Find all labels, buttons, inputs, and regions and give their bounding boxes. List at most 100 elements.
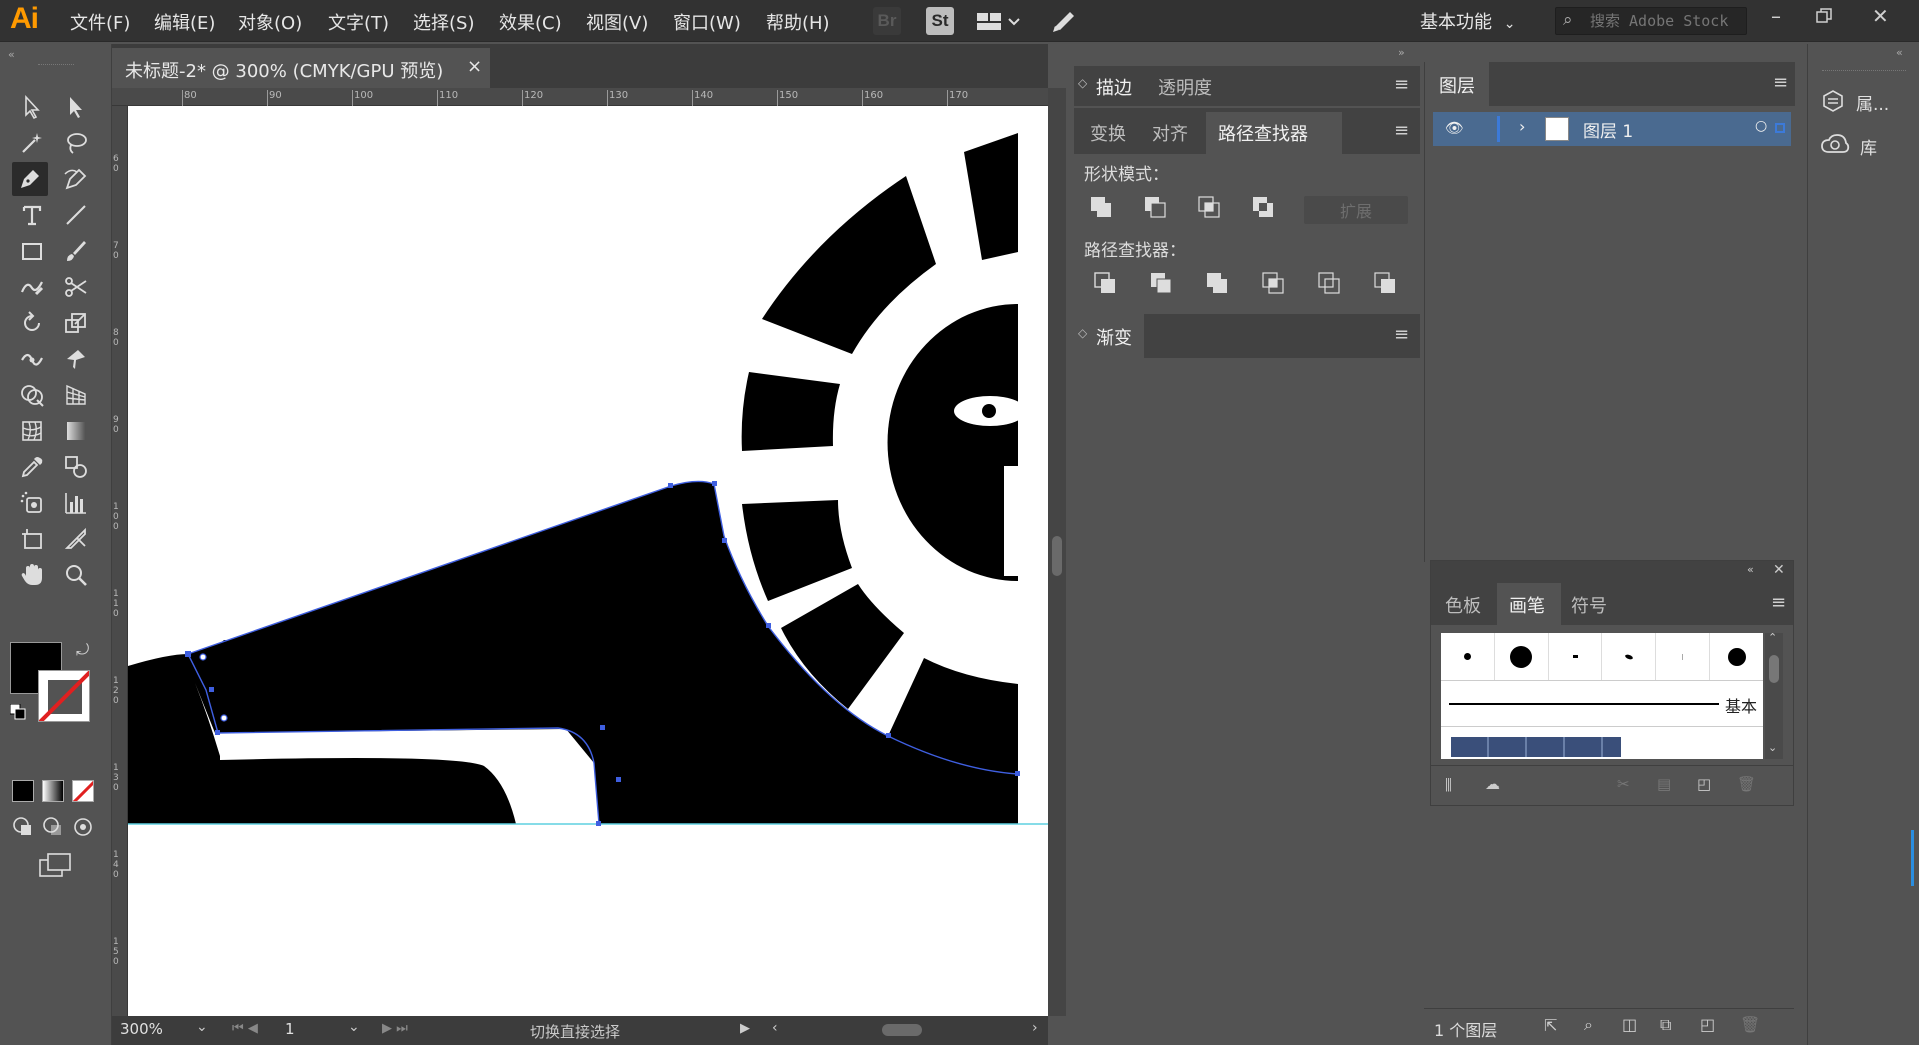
draw-inside-icon[interactable] bbox=[72, 816, 94, 838]
first-artboard-icon[interactable]: ⏮ ◀ bbox=[232, 1021, 258, 1036]
bridge-button[interactable]: Br bbox=[873, 7, 901, 35]
menu-select[interactable]: 选择(S) bbox=[413, 9, 474, 35]
expand-layer-chevron-icon[interactable]: › bbox=[1519, 117, 1525, 136]
last-artboard-icon[interactable]: ▶ ⏭ bbox=[382, 1021, 408, 1036]
document-tab[interactable]: 未标题-2* @ 300% (CMYK/GPU 预览) × bbox=[112, 48, 490, 88]
sun-face[interactable] bbox=[887, 304, 1026, 581]
artboard-number[interactable]: 1 bbox=[285, 1020, 295, 1038]
blend-tool-icon[interactable] bbox=[58, 450, 94, 484]
panel-toggle-icon[interactable]: ◇ bbox=[1078, 326, 1087, 340]
panel-menu-icon[interactable]: ≡ bbox=[1394, 74, 1409, 95]
clipping-mask-icon[interactable]: ◫ bbox=[1622, 1015, 1637, 1034]
panel-menu-icon[interactable]: ≡ bbox=[1771, 592, 1786, 613]
new-brush-icon[interactable]: ◰ bbox=[1697, 775, 1711, 793]
panel-menu-icon[interactable]: ≡ bbox=[1394, 120, 1409, 141]
screen-mode-icon[interactable] bbox=[38, 852, 72, 878]
dock-grip[interactable] bbox=[1822, 70, 1906, 71]
dock-resize-indicator[interactable] bbox=[1911, 830, 1914, 886]
brush-libraries-icon[interactable]: ⫼ bbox=[1445, 776, 1452, 794]
direct-selection-tool-icon[interactable] bbox=[58, 90, 94, 124]
tab-brushes[interactable]: 画笔 bbox=[1509, 592, 1545, 618]
unite-icon[interactable] bbox=[1086, 192, 1116, 222]
toolbox-grip[interactable] bbox=[38, 64, 74, 67]
paintbrush-tool-icon[interactable] bbox=[58, 234, 94, 268]
symbol-sprayer-tool-icon[interactable] bbox=[14, 486, 50, 520]
tab-transform[interactable]: 变换 bbox=[1090, 120, 1126, 146]
brush-list-scrollbar[interactable]: ⌃ ⌄ bbox=[1765, 631, 1783, 759]
tab-symbols[interactable]: 符号 bbox=[1571, 592, 1607, 618]
target-circle-icon[interactable]: ○ bbox=[1755, 118, 1767, 134]
tab-transparency[interactable]: 透明度 bbox=[1158, 74, 1212, 100]
status-menu-icon[interactable]: ▶ bbox=[740, 1021, 750, 1036]
brush-hairline[interactable] bbox=[1656, 633, 1711, 680]
close-document-icon[interactable]: × bbox=[467, 56, 482, 77]
arrange-documents-icon[interactable] bbox=[976, 12, 1020, 37]
restore-icon[interactable] bbox=[1815, 6, 1833, 30]
menu-help[interactable]: 帮助(H) bbox=[766, 9, 830, 35]
menu-view[interactable]: 视图(V) bbox=[586, 9, 648, 35]
eyedropper-tool-icon[interactable] bbox=[14, 450, 50, 484]
layer-row[interactable]: 👁 › 图层 1 ○ bbox=[1433, 112, 1791, 146]
width-tool-icon[interactable] bbox=[14, 342, 50, 376]
swap-fill-stroke-icon[interactable]: ⤾ bbox=[76, 640, 89, 660]
lasso-tool-icon[interactable] bbox=[58, 126, 94, 160]
canvas[interactable] bbox=[128, 106, 1048, 1016]
menu-edit[interactable]: 编辑(E) bbox=[154, 9, 215, 35]
artboard-tool-icon[interactable] bbox=[14, 522, 50, 556]
minus-back-icon[interactable] bbox=[1370, 268, 1400, 298]
vertical-scroll-thumb[interactable] bbox=[1052, 536, 1062, 576]
new-sublayer-icon[interactable]: ⧉ bbox=[1660, 1015, 1671, 1035]
merge-icon[interactable] bbox=[1202, 268, 1232, 298]
stroke-swatch[interactable] bbox=[38, 670, 90, 722]
minimize-icon[interactable]: – bbox=[1771, 4, 1781, 28]
tab-pathfinder[interactable]: 路径查找器 bbox=[1218, 120, 1308, 146]
canvas-vertical-scrollbar[interactable] bbox=[1048, 88, 1066, 1016]
artboard[interactable] bbox=[128, 106, 1048, 1016]
visibility-eye-icon[interactable]: 👁 bbox=[1445, 119, 1464, 137]
new-layer-icon[interactable]: ◰ bbox=[1700, 1015, 1715, 1034]
rectangle-tool-icon[interactable] bbox=[14, 234, 50, 268]
zoom-tool-icon[interactable] bbox=[58, 558, 94, 592]
libraries-panel-icon[interactable]: ☁ bbox=[1485, 775, 1500, 793]
slice-tool-icon[interactable] bbox=[58, 522, 94, 556]
locate-object-icon[interactable]: ⌕ bbox=[1584, 1015, 1593, 1035]
brush-angled[interactable] bbox=[1602, 633, 1657, 680]
exclude-icon[interactable] bbox=[1248, 192, 1278, 222]
properties-panel-button[interactable]: 属... bbox=[1820, 84, 1916, 118]
panel-menu-icon[interactable]: ≡ bbox=[1773, 72, 1788, 93]
panel-menu-icon[interactable]: ≡ bbox=[1394, 324, 1409, 345]
type-tool-icon[interactable] bbox=[14, 198, 50, 232]
selected-path-shape[interactable] bbox=[128, 480, 1048, 826]
selection-indicator[interactable] bbox=[1775, 123, 1785, 133]
default-fill-stroke-icon[interactable] bbox=[9, 703, 26, 720]
gradient-mode-icon[interactable] bbox=[42, 780, 64, 802]
layer-name[interactable]: 图层 1 bbox=[1583, 117, 1633, 142]
menu-window[interactable]: 窗口(W) bbox=[673, 9, 741, 35]
tab-swatches[interactable]: 色板 bbox=[1445, 592, 1481, 618]
brush-1pt-flat[interactable] bbox=[1549, 633, 1603, 680]
mesh-tool-icon[interactable] bbox=[14, 414, 50, 448]
tab-gradient[interactable]: 渐变 bbox=[1096, 324, 1132, 350]
artboard-dropdown-icon[interactable]: ⌄ bbox=[348, 1019, 360, 1035]
menu-type[interactable]: 文字(T) bbox=[328, 9, 389, 35]
intersect-icon[interactable] bbox=[1194, 192, 1224, 222]
brush-3pt-round[interactable] bbox=[1441, 633, 1495, 680]
scroll-left-icon[interactable]: ‹ bbox=[772, 1020, 778, 1036]
scale-tool-icon[interactable] bbox=[58, 306, 94, 340]
perspective-grid-tool-icon[interactable] bbox=[58, 378, 94, 412]
shaper-tool-icon[interactable] bbox=[14, 270, 50, 304]
none-mode-icon[interactable] bbox=[72, 780, 94, 802]
magic-wand-tool-icon[interactable] bbox=[14, 126, 50, 160]
gradient-tool-icon[interactable] bbox=[58, 414, 94, 448]
curvature-tool-icon[interactable] bbox=[58, 162, 94, 196]
scissors-tool-icon[interactable] bbox=[58, 270, 94, 304]
rotate-tool-icon[interactable] bbox=[14, 306, 50, 340]
zoom-dropdown-icon[interactable]: ⌄ bbox=[196, 1019, 208, 1035]
vertical-ruler[interactable]: 60 70 80 90 100 110 120 130 140 150 bbox=[112, 106, 128, 1016]
close-window-icon[interactable]: ✕ bbox=[1872, 4, 1889, 28]
menu-effect[interactable]: 效果(C) bbox=[499, 9, 562, 35]
collapse-panels-icon[interactable]: » bbox=[1398, 46, 1405, 59]
pattern-brush-row[interactable] bbox=[1441, 727, 1763, 759]
horizontal-scroll-thumb[interactable] bbox=[882, 1024, 922, 1036]
brush-10pt-round[interactable] bbox=[1495, 633, 1549, 680]
